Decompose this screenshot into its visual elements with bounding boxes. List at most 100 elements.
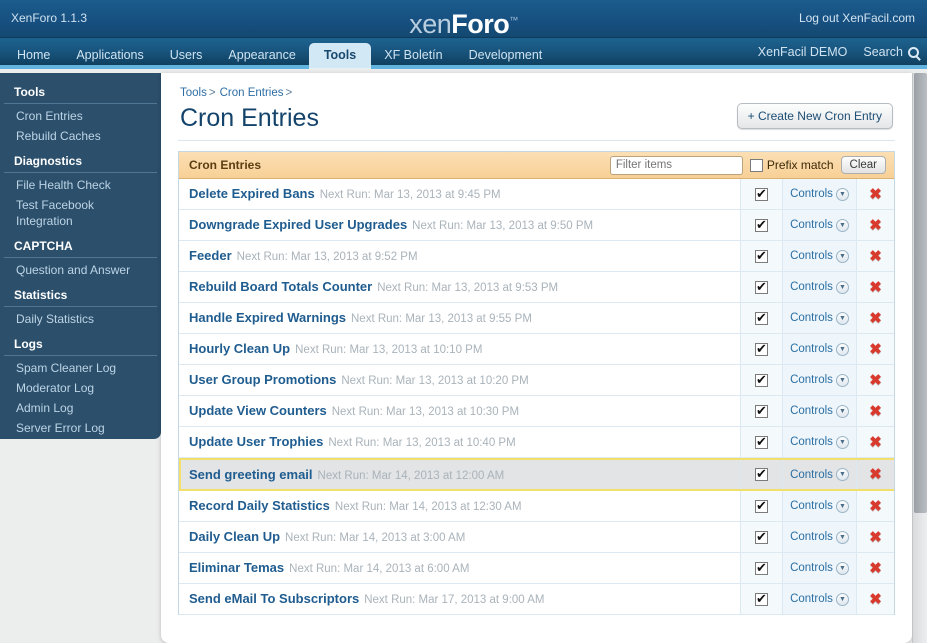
controls-dropdown[interactable]: Controls ▼: [782, 553, 856, 583]
controls-dropdown[interactable]: Controls ▼: [782, 491, 856, 521]
delete-icon[interactable]: ✖: [869, 311, 882, 326]
table-row[interactable]: Downgrade Expired User Upgrades Next Run:…: [179, 210, 894, 241]
table-row[interactable]: Hourly Clean Up Next Run: Mar 13, 2013 at…: [179, 334, 894, 365]
table-row[interactable]: Delete Expired Bans Next Run: Mar 13, 201…: [179, 179, 894, 210]
table-row[interactable]: Send greeting email Next Run: Mar 14, 201…: [179, 458, 894, 491]
cron-enabled-checkbox[interactable]: [755, 591, 768, 606]
cron-entry-name[interactable]: Feeder: [189, 248, 232, 263]
cron-entry-name[interactable]: Update View Counters: [189, 403, 327, 418]
table-row[interactable]: Feeder Next Run: Mar 13, 2013 at 9:52 PM C…: [179, 241, 894, 272]
cron-entry-name[interactable]: Update User Trophies: [189, 434, 323, 449]
scrollbar-thumb[interactable]: [914, 73, 927, 513]
nav-item-tools[interactable]: Tools: [308, 43, 372, 69]
filter-input[interactable]: [609, 155, 743, 175]
controls-dropdown[interactable]: Controls ▼: [782, 179, 856, 209]
cron-entry-name[interactable]: Downgrade Expired User Upgrades: [189, 217, 407, 232]
delete-icon[interactable]: ✖: [869, 499, 882, 514]
breadcrumb-item[interactable]: Tools: [180, 87, 207, 99]
cron-enabled-checkbox[interactable]: [755, 466, 768, 481]
nav-item-xf-bolet-n[interactable]: XF Boletín: [371, 43, 455, 69]
table-row[interactable]: Rebuild Board Totals Counter Next Run: Ma…: [179, 272, 894, 303]
sidebar-item-admin-log[interactable]: Admin Log: [0, 398, 161, 418]
prefix-match-toggle[interactable]: Prefix match: [749, 158, 834, 172]
controls-dropdown[interactable]: Controls ▼: [782, 460, 856, 489]
table-row[interactable]: Eliminar Temas Next Run: Mar 14, 2013 at …: [179, 553, 894, 584]
nav-item-appearance[interactable]: Appearance: [215, 43, 308, 69]
cron-entry-name[interactable]: Record Daily Statistics: [189, 498, 330, 513]
delete-icon[interactable]: ✖: [869, 373, 882, 388]
controls-dropdown[interactable]: Controls ▼: [782, 334, 856, 364]
table-row[interactable]: Update User Trophies Next Run: Mar 13, 20…: [179, 427, 894, 458]
sidebar-item-file-health-check[interactable]: File Health Check: [0, 175, 161, 195]
sidebar-item-daily-statistics[interactable]: Daily Statistics: [0, 309, 161, 329]
delete-icon[interactable]: ✖: [869, 218, 882, 233]
cron-enabled-checkbox[interactable]: [755, 498, 768, 513]
controls-dropdown[interactable]: Controls ▼: [782, 272, 856, 302]
cron-entry-name[interactable]: Daily Clean Up: [189, 529, 280, 544]
cron-enabled-checkbox[interactable]: [755, 560, 768, 575]
cron-enabled-checkbox[interactable]: [755, 310, 768, 325]
table-row[interactable]: Daily Clean Up Next Run: Mar 14, 2013 at …: [179, 522, 894, 553]
nav-item-applications[interactable]: Applications: [63, 43, 156, 69]
controls-dropdown[interactable]: Controls ▼: [782, 365, 856, 395]
cron-entry-name[interactable]: Send eMail To Subscriptors: [189, 591, 359, 606]
sidebar-item-moderator-log[interactable]: Moderator Log: [0, 378, 161, 398]
cron-enabled-checkbox[interactable]: [755, 403, 768, 418]
delete-icon[interactable]: ✖: [869, 280, 882, 295]
page-scrollbar[interactable]: [912, 73, 927, 643]
delete-icon[interactable]: ✖: [869, 404, 882, 419]
controls-dropdown[interactable]: Controls ▼: [782, 210, 856, 240]
nav-item-development[interactable]: Development: [456, 43, 556, 69]
table-row[interactable]: Update View Counters Next Run: Mar 13, 20…: [179, 396, 894, 427]
cron-entry-name[interactable]: Send greeting email: [189, 467, 313, 482]
sidebar-item-cron-entries[interactable]: Cron Entries: [0, 106, 161, 126]
delete-icon[interactable]: ✖: [869, 187, 882, 202]
sidebar-item-test-facebook-integration[interactable]: Test Facebook Integration: [0, 195, 161, 231]
cron-enabled-checkbox[interactable]: [755, 434, 768, 449]
cron-entry-name[interactable]: User Group Promotions: [189, 372, 336, 387]
nav-item-home[interactable]: Home: [4, 43, 63, 69]
delete-icon[interactable]: ✖: [869, 592, 882, 607]
sidebar-item-server-error-log[interactable]: Server Error Log: [0, 418, 161, 438]
cron-enabled-checkbox[interactable]: [755, 372, 768, 387]
controls-dropdown[interactable]: Controls ▼: [782, 241, 856, 271]
table-row[interactable]: Record Daily Statistics Next Run: Mar 14,…: [179, 491, 894, 522]
breadcrumb-item[interactable]: Cron Entries: [220, 87, 284, 99]
delete-icon[interactable]: ✖: [869, 435, 882, 450]
cron-entry-name[interactable]: Hourly Clean Up: [189, 341, 290, 356]
cron-enabled-checkbox[interactable]: [755, 186, 768, 201]
clear-filter-button[interactable]: Clear: [840, 156, 886, 174]
search-button[interactable]: Search: [863, 45, 919, 59]
table-row[interactable]: User Group Promotions Next Run: Mar 13, 2…: [179, 365, 894, 396]
table-row[interactable]: Send eMail To Subscriptors Next Run: Mar …: [179, 584, 894, 615]
cron-enabled-checkbox[interactable]: [755, 279, 768, 294]
cron-entry-name[interactable]: Handle Expired Warnings: [189, 310, 346, 325]
cron-entry-name[interactable]: Delete Expired Bans: [189, 186, 315, 201]
controls-dropdown[interactable]: Controls ▼: [782, 396, 856, 426]
controls-dropdown[interactable]: Controls ▼: [782, 584, 856, 614]
cron-enabled-checkbox[interactable]: [755, 529, 768, 544]
nav-item-users[interactable]: Users: [157, 43, 216, 69]
logout-link[interactable]: Log out XenFacil.com: [799, 11, 915, 25]
cron-entry-name[interactable]: Eliminar Temas: [189, 560, 284, 575]
cron-enabled-checkbox[interactable]: [755, 217, 768, 232]
delete-icon[interactable]: ✖: [869, 249, 882, 264]
cron-enabled-checkbox[interactable]: [755, 341, 768, 356]
delete-icon[interactable]: ✖: [869, 467, 882, 482]
cron-entry-cell: Handle Expired Warnings Next Run: Mar 13,…: [179, 309, 740, 327]
controls-dropdown[interactable]: Controls ▼: [782, 427, 856, 457]
controls-dropdown[interactable]: Controls ▼: [782, 522, 856, 552]
sidebar-item-rebuild-caches[interactable]: Rebuild Caches: [0, 126, 161, 146]
sidebar-item-question-and-answer[interactable]: Question and Answer: [0, 260, 161, 280]
table-row[interactable]: Handle Expired Warnings Next Run: Mar 13,…: [179, 303, 894, 334]
cron-entry-name[interactable]: Rebuild Board Totals Counter: [189, 279, 372, 294]
sidebar-item-spam-cleaner-log[interactable]: Spam Cleaner Log: [0, 358, 161, 378]
prefix-match-checkbox[interactable]: [749, 158, 763, 172]
delete-icon[interactable]: ✖: [869, 342, 882, 357]
create-new-cron-entry-button[interactable]: + Create New Cron Entry: [736, 103, 893, 129]
delete-icon[interactable]: ✖: [869, 530, 882, 545]
delete-icon[interactable]: ✖: [869, 561, 882, 576]
demo-label[interactable]: XenFacil DEMO: [758, 45, 848, 59]
cron-enabled-checkbox[interactable]: [755, 248, 768, 263]
controls-dropdown[interactable]: Controls ▼: [782, 303, 856, 333]
